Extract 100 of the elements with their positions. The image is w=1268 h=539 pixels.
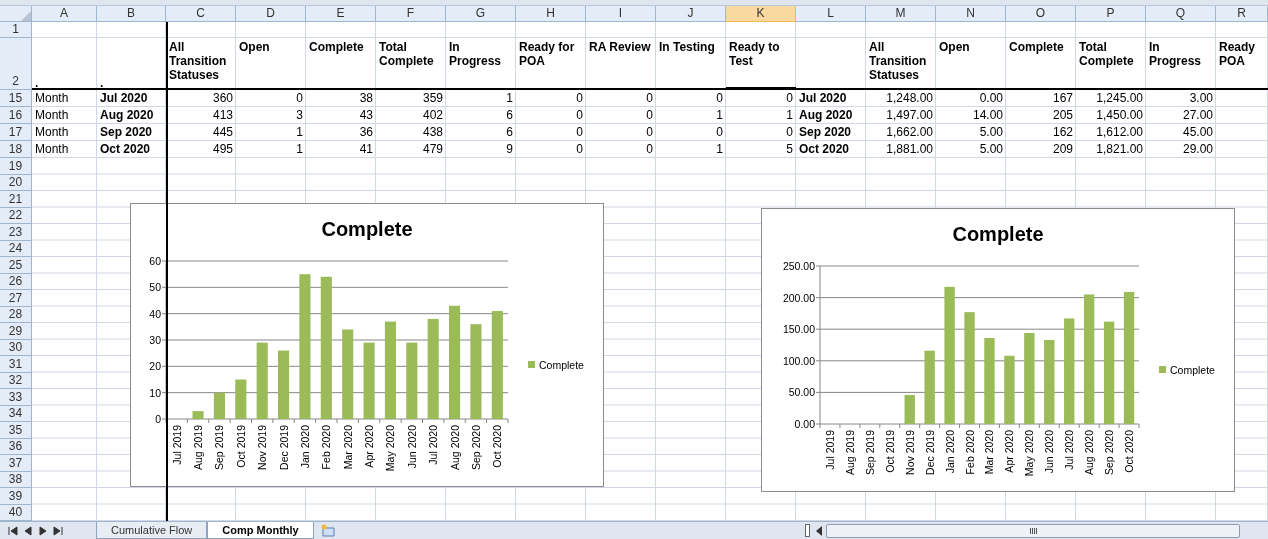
table-cell: 0.00 [979,91,1003,105]
row-header[interactable]: 21 [0,191,32,208]
column-header[interactable]: R [1216,6,1268,22]
row-header[interactable]: 2 [0,38,32,90]
table-cell: 45.00 [1182,125,1213,139]
axis-label: Oct 2019 [234,425,247,468]
chart-title: Complete [952,223,1044,245]
axis-label: Sep 2019 [863,430,876,475]
table-cell: 0 [576,125,583,139]
split-handle[interactable] [805,524,810,537]
row-header[interactable]: 17 [0,124,32,141]
axis-label: 60 [149,255,161,267]
row-header[interactable]: 16 [0,107,32,124]
column-title: Ready for POA [519,40,575,68]
column-title: Open [239,40,270,54]
axis-label: Nov 2019 [256,425,269,470]
chart-background[interactable]: Complete 0.00 50.00 100.00 150.00 200.00 250.00 Jul 2019 Aug 2019 Sep 2019 Oct 2019 Nov 2019 Dec 2019 Jan 2020 Feb 2020 Mar 2020 Apr 2020 May 2020 Jun 2020 Jul 2020 Aug 2020 Sep 2020 Oct 2020 Complete [761,208,1235,492]
axis-label: 30 [149,334,161,346]
axis-label: 10 [149,386,161,399]
column-header[interactable]: N [936,6,1006,22]
scrollbar-thumb[interactable] [826,523,1240,538]
axis-label: Feb 2020 [963,430,976,475]
row-header[interactable]: 23 [0,224,32,241]
column-header[interactable]: D [236,6,306,22]
table-cell: Sep 2020 [799,125,852,139]
column-header[interactable]: E [306,6,376,22]
first-sheet-icon[interactable] [8,525,18,536]
column-header[interactable]: B [97,6,166,22]
table-cell: 27.00 [1182,108,1213,122]
axis-label: Oct 2020 [1123,430,1136,473]
column-title: Ready to Test [729,40,780,68]
scroll-left-icon[interactable] [816,525,823,536]
row-header[interactable]: 39 [0,488,32,505]
last-sheet-icon[interactable] [53,525,63,536]
axis-label: Jun 2020 [1043,430,1056,474]
column-title: Complete [309,40,364,54]
row-header[interactable]: 35 [0,422,32,439]
axis-label: Dec 2019 [923,430,936,475]
axis-label: Aug 2020 [1083,430,1096,475]
table-cell: 445 [212,125,233,139]
row-header[interactable]: 18 [0,141,32,158]
bar [192,411,204,419]
table-cell: Month [35,91,69,105]
row-header[interactable]: 33 [0,389,32,406]
column-title: . [35,76,39,90]
column-header[interactable]: G [446,6,516,22]
table-cell: 29.00 [1182,142,1213,156]
row-header[interactable]: 27 [0,290,32,307]
column-header[interactable]: O [1006,6,1076,22]
row-header[interactable]: 29 [0,323,32,340]
table-cell: 209 [1052,142,1073,156]
column-header[interactable]: C [166,6,236,22]
row-header[interactable]: 25 [0,257,32,274]
bar [213,392,225,419]
chart-background[interactable]: Complete 0 10 20 30 40 50 60 Jul 2019 Aug 2019 Sep 2019 Oct 2019 Nov 2019 Dec 2019 Jan 2020 Feb 2020 Mar 2020 Apr 2020 May 2020 Jun 2020 Jul 2020 Aug 2020 Sep 2020 Oct 2020 Complete [130,203,604,487]
sheet-tab[interactable]: Comp Monthly [207,522,314,539]
table-cell: 360 [212,91,233,105]
axis-label: 150.00 [782,323,815,336]
next-sheet-icon[interactable] [38,525,48,536]
column-title: All Transition Statuses [869,40,927,82]
axis-label: May 2020 [384,425,397,472]
table-cell: 3 [296,108,303,122]
table-cell: 0 [646,142,653,156]
row-header[interactable]: 15 [0,90,32,107]
column-header[interactable]: A [32,6,97,22]
column-header[interactable]: H [516,6,586,22]
column-title: . [100,76,104,90]
table-cell: 167 [1052,91,1073,105]
axis-label: Apr 2020 [1003,430,1016,473]
table-cell: 6 [506,125,513,139]
column-header[interactable]: M [866,6,936,22]
row-header[interactable]: 19 [0,158,32,175]
column-header[interactable]: L [796,6,866,22]
column-header[interactable]: Q [1146,6,1216,22]
axis-label: Aug 2020 [448,425,461,470]
axis-label: Sep 2020 [469,425,482,470]
column-header[interactable]: J [656,6,726,22]
table-cell: Sep 2020 [100,125,153,139]
column-header[interactable]: K [726,6,796,22]
axis-label: Sep 2020 [1103,430,1116,475]
table-cell: 438 [422,125,443,139]
column-header[interactable]: F [376,6,446,22]
row-header[interactable]: 31 [0,356,32,373]
previous-sheet-icon[interactable] [23,525,33,536]
table-cell: Oct 2020 [100,142,151,156]
table-cell: 0 [646,91,653,105]
axis-label: Oct 2019 [883,430,896,473]
axis-label: May 2020 [1023,430,1036,477]
column-header[interactable]: I [586,6,656,22]
legend-label: Complete [1170,364,1215,376]
table-cell: 0 [576,91,583,105]
axis-label: Jan 2020 [298,425,311,469]
column-header[interactable]: P [1076,6,1146,22]
row-header[interactable]: 37 [0,455,32,472]
row-header[interactable]: 1 [0,22,32,38]
table-cell: 359 [422,91,443,105]
sheet-tab[interactable]: Cumulative Flow [96,522,208,539]
table-cell: 1,821.00 [1096,142,1143,156]
table-cell: 402 [422,108,443,122]
table-cell: 413 [212,108,233,122]
